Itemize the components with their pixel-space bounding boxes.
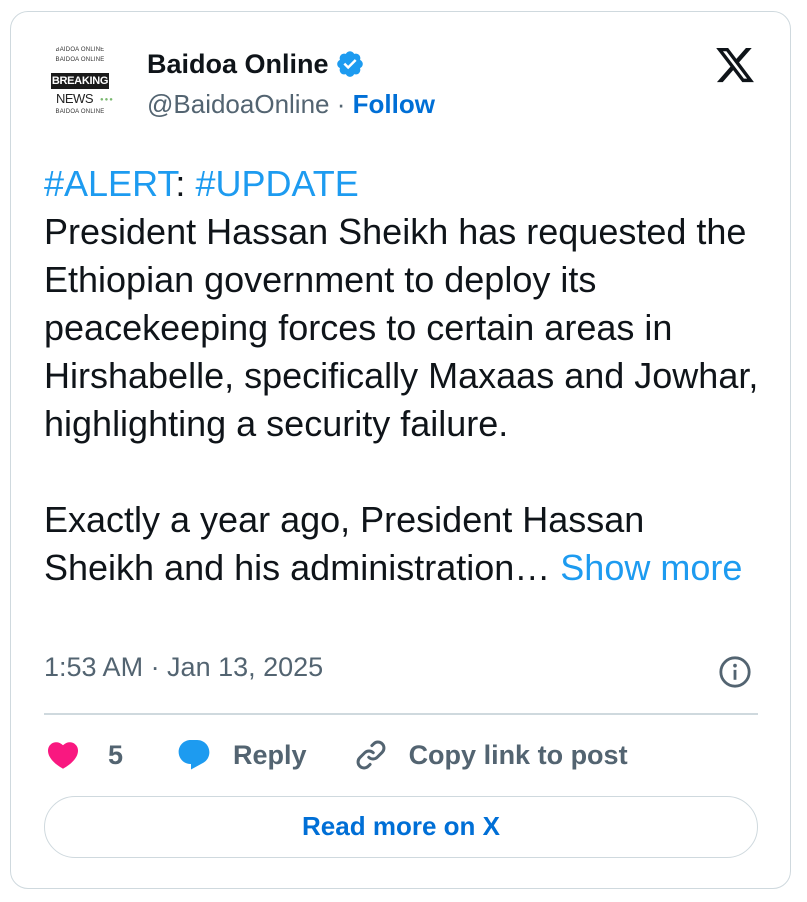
x-logo-icon[interactable] [712, 44, 758, 86]
hashtag-separator: : [175, 163, 196, 204]
author-handle-row: @BaidoaOnline · Follow [147, 89, 435, 120]
reply-label: Reply [233, 739, 307, 770]
avatar-dots: ●●● [100, 97, 114, 103]
avatar-news-label: NEWS [56, 91, 94, 106]
info-icon[interactable] [718, 655, 752, 689]
author-name-row: Baidoa Online [147, 46, 365, 82]
divider [44, 713, 758, 715]
avatar[interactable]: BAIDOA ONLINE BAIDOA ONLINE BREAKING NEW… [40, 41, 120, 121]
like-button[interactable]: 5 [44, 737, 123, 773]
avatar-text-line1: BAIDOA ONLINE [55, 47, 105, 53]
reply-button[interactable]: Reply [175, 737, 307, 773]
author-handle[interactable]: @BaidoaOnline [147, 89, 330, 119]
author-name[interactable]: Baidoa Online [147, 49, 329, 80]
hashtag-alert[interactable]: #ALERT [44, 163, 175, 204]
copy-link-label: Copy link to post [408, 739, 628, 770]
show-more-link[interactable]: Show more [560, 547, 742, 588]
avatar-breaking-label: BREAKING [51, 73, 109, 89]
separator-dot: · [336, 89, 346, 119]
actions-bar: 5 Reply Copy link to post [44, 733, 628, 777]
verified-badge-icon [336, 51, 363, 77]
post-timestamp[interactable]: 1:53 AM · Jan 13, 2025 [44, 652, 323, 683]
read-more-button[interactable]: Read more on X [44, 796, 758, 858]
heart-icon [47, 742, 79, 769]
follow-link[interactable]: Follow [353, 89, 435, 119]
reply-bubble-icon [178, 740, 210, 770]
post-paragraph-1: President Hassan Sheikh has requested th… [44, 211, 769, 444]
like-count: 5 [108, 739, 124, 770]
avatar-text-line2: BAIDOA ONLINE [55, 57, 105, 63]
avatar-text-bottom: BAIDOA ONLINE [55, 109, 105, 115]
copy-link-button[interactable]: Copy link to post [353, 737, 628, 773]
post-text: #ALERT: #UPDATE President Hassan Sheikh … [44, 160, 764, 592]
link-icon [356, 740, 385, 770]
hashtag-update[interactable]: #UPDATE [195, 163, 358, 204]
